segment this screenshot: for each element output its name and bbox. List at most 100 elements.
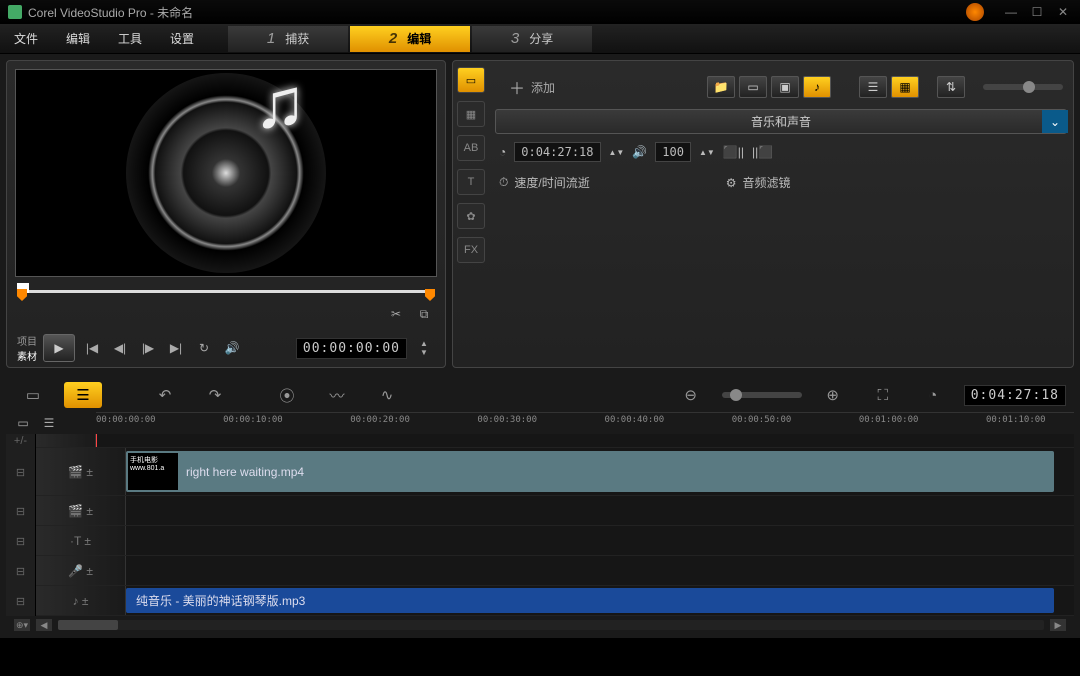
- tab-transitions[interactable]: ▦: [457, 101, 485, 127]
- zoom-out-button[interactable]: ⊖: [672, 382, 710, 408]
- step-edit[interactable]: 2编辑: [350, 26, 470, 52]
- video-track-head[interactable]: 🎬 ±: [36, 448, 126, 495]
- tab-title-t[interactable]: T: [457, 169, 485, 195]
- menu-settings[interactable]: 设置: [156, 30, 208, 47]
- tab-media[interactable]: ▭: [457, 67, 485, 93]
- duration-field[interactable]: 0:04:27:18: [514, 142, 600, 162]
- go-end-button[interactable]: ▶|: [165, 337, 187, 359]
- speaker-graphic-icon: ♫: [126, 73, 326, 273]
- library-panel: ▭ ▦ AB T ✿ FX ＋添加 📁 ▭ ▣ ♪ ☰ ▦ ⇅: [452, 60, 1074, 368]
- scroll-right-button[interactable]: ▶: [1050, 619, 1066, 631]
- overlay-track-lock[interactable]: ⊟: [6, 496, 36, 526]
- library-category-header[interactable]: 音乐和声音 ⌄: [495, 109, 1067, 134]
- next-frame-button[interactable]: |▶: [137, 337, 159, 359]
- menu-bar: 文件 编辑 工具 设置 1捕获 2编辑 3分享: [0, 24, 1080, 54]
- project-duration: 0:04:27:18: [964, 385, 1066, 406]
- undo-button[interactable]: ↶: [146, 382, 184, 408]
- fit-project-button[interactable]: ⛶: [864, 382, 902, 408]
- audio-mixer-button[interactable]: 〰: [318, 382, 356, 408]
- prev-frame-button[interactable]: ◀|: [109, 337, 131, 359]
- timeline-view-button[interactable]: ☰: [64, 382, 102, 408]
- timeline-ruler[interactable]: 00:00:00:00 00:00:10:00 00:00:20:00 00:0…: [96, 412, 1074, 434]
- title-track[interactable]: [126, 526, 1074, 555]
- add-media-button[interactable]: ＋添加: [499, 71, 565, 103]
- menu-tools[interactable]: 工具: [104, 30, 156, 47]
- view-list-icon[interactable]: ☰: [859, 76, 887, 98]
- menu-file[interactable]: 文件: [0, 30, 52, 47]
- volume-button[interactable]: 🔊: [221, 337, 243, 359]
- scroll-left-button[interactable]: ◀: [36, 619, 52, 631]
- timeline-scrollbar[interactable]: [58, 620, 1044, 630]
- filter-video-icon[interactable]: ▭: [739, 76, 767, 98]
- track-manager-icon[interactable]: ▭: [12, 412, 34, 434]
- auto-music-button[interactable]: ∿: [368, 382, 406, 408]
- step-share[interactable]: 3分享: [472, 26, 592, 52]
- project-duration-icon: ◔: [914, 382, 952, 408]
- voice-track-lock[interactable]: ⊟: [6, 556, 36, 586]
- speed-time-button[interactable]: ⏱速度/时间流逝: [499, 174, 590, 191]
- title-track-lock[interactable]: ⊟: [6, 526, 36, 556]
- go-start-button[interactable]: |◀: [81, 337, 103, 359]
- brand-badge-icon[interactable]: [966, 3, 984, 21]
- add-track-button[interactable]: +/-: [6, 434, 36, 448]
- volume-field[interactable]: 100: [655, 142, 691, 162]
- video-track[interactable]: 手机电影 www.801.a right here waiting.mp4: [126, 448, 1074, 495]
- overlay-track[interactable]: [126, 496, 1074, 525]
- tab-fx[interactable]: FX: [457, 237, 485, 263]
- menu-edit[interactable]: 编辑: [52, 30, 104, 47]
- overlay-track-head[interactable]: 🎬 ±: [36, 496, 126, 525]
- mode-clip-label[interactable]: 素材: [17, 348, 37, 363]
- add-track-row-button[interactable]: ⊕▾: [14, 619, 30, 631]
- track-options-icon[interactable]: ☰: [38, 412, 60, 434]
- preview-scrubber[interactable]: [17, 285, 435, 299]
- expand-preview-icon[interactable]: ⧉: [413, 303, 435, 325]
- zoom-slider[interactable]: [722, 392, 802, 398]
- preview-timecode[interactable]: 00:00:00:00: [296, 338, 407, 359]
- zoom-in-button[interactable]: ⊕: [814, 382, 852, 408]
- music-track[interactable]: 纯音乐 - 美丽的神话钢琴版.mp3: [126, 586, 1074, 615]
- video-track-lock[interactable]: ⊟: [6, 448, 36, 496]
- voice-track-head[interactable]: 🎤 ±: [36, 556, 126, 585]
- volume-icon: 🔊: [632, 145, 647, 159]
- storyboard-view-button[interactable]: ▭: [14, 382, 52, 408]
- title-bar: Corel VideoStudio Pro - 未命名 — ☐ ✕: [0, 0, 1080, 24]
- maximize-button[interactable]: ☐: [1028, 5, 1046, 19]
- title-track-head[interactable]: ·T ±: [36, 526, 126, 555]
- record-button[interactable]: ⦿: [268, 382, 306, 408]
- filter-icon: ⚙: [726, 176, 737, 190]
- close-button[interactable]: ✕: [1054, 5, 1072, 19]
- tab-graphic[interactable]: ✿: [457, 203, 485, 229]
- video-clip[interactable]: 手机电影 www.801.a right here waiting.mp4: [126, 451, 1054, 492]
- cut-icon[interactable]: ✂: [385, 303, 407, 325]
- sort-icon[interactable]: ⇅: [937, 76, 965, 98]
- filter-photo-icon[interactable]: ▣: [771, 76, 799, 98]
- preview-panel: ♫ ✂ ⧉ 项目 素材 ▶ |◀ ◀| |▶ ▶| ↻ 🔊: [6, 60, 446, 368]
- music-note-icon: ♫: [254, 63, 307, 143]
- app-logo-icon: [8, 5, 22, 19]
- folder-icon[interactable]: 📁: [707, 76, 735, 98]
- clip-thumbnail: 手机电影 www.801.a: [128, 453, 178, 490]
- timeline-playhead[interactable]: [96, 434, 97, 447]
- fade-out-icon[interactable]: ||⬛: [752, 145, 773, 159]
- view-grid-icon[interactable]: ▦: [891, 76, 919, 98]
- music-track-lock[interactable]: ⊟: [6, 586, 36, 616]
- audio-clip[interactable]: 纯音乐 - 美丽的神话钢琴版.mp3: [126, 588, 1054, 613]
- clock-icon: ◔: [499, 145, 506, 159]
- fade-in-icon[interactable]: ⬛||: [723, 145, 744, 159]
- play-button[interactable]: ▶: [43, 334, 75, 362]
- filter-audio-icon[interactable]: ♪: [803, 76, 831, 98]
- tab-title-ab[interactable]: AB: [457, 135, 485, 161]
- minimize-button[interactable]: —: [1002, 5, 1020, 19]
- voice-track[interactable]: [126, 556, 1074, 585]
- step-capture[interactable]: 1捕获: [228, 26, 348, 52]
- thumbnail-size-slider[interactable]: [983, 84, 1063, 90]
- expand-panel-icon[interactable]: ⌄: [1042, 110, 1068, 133]
- app-title: Corel VideoStudio Pro - 未命名: [28, 4, 193, 21]
- audio-filter-button[interactable]: ⚙音频滤镜: [726, 174, 791, 191]
- music-track-head[interactable]: ♪ ±: [36, 586, 126, 615]
- timecode-stepper[interactable]: ▲▼: [413, 337, 435, 359]
- preview-viewport[interactable]: ♫: [15, 69, 437, 277]
- repeat-button[interactable]: ↻: [193, 337, 215, 359]
- redo-button[interactable]: ↷: [196, 382, 234, 408]
- mode-project-label[interactable]: 项目: [17, 333, 37, 348]
